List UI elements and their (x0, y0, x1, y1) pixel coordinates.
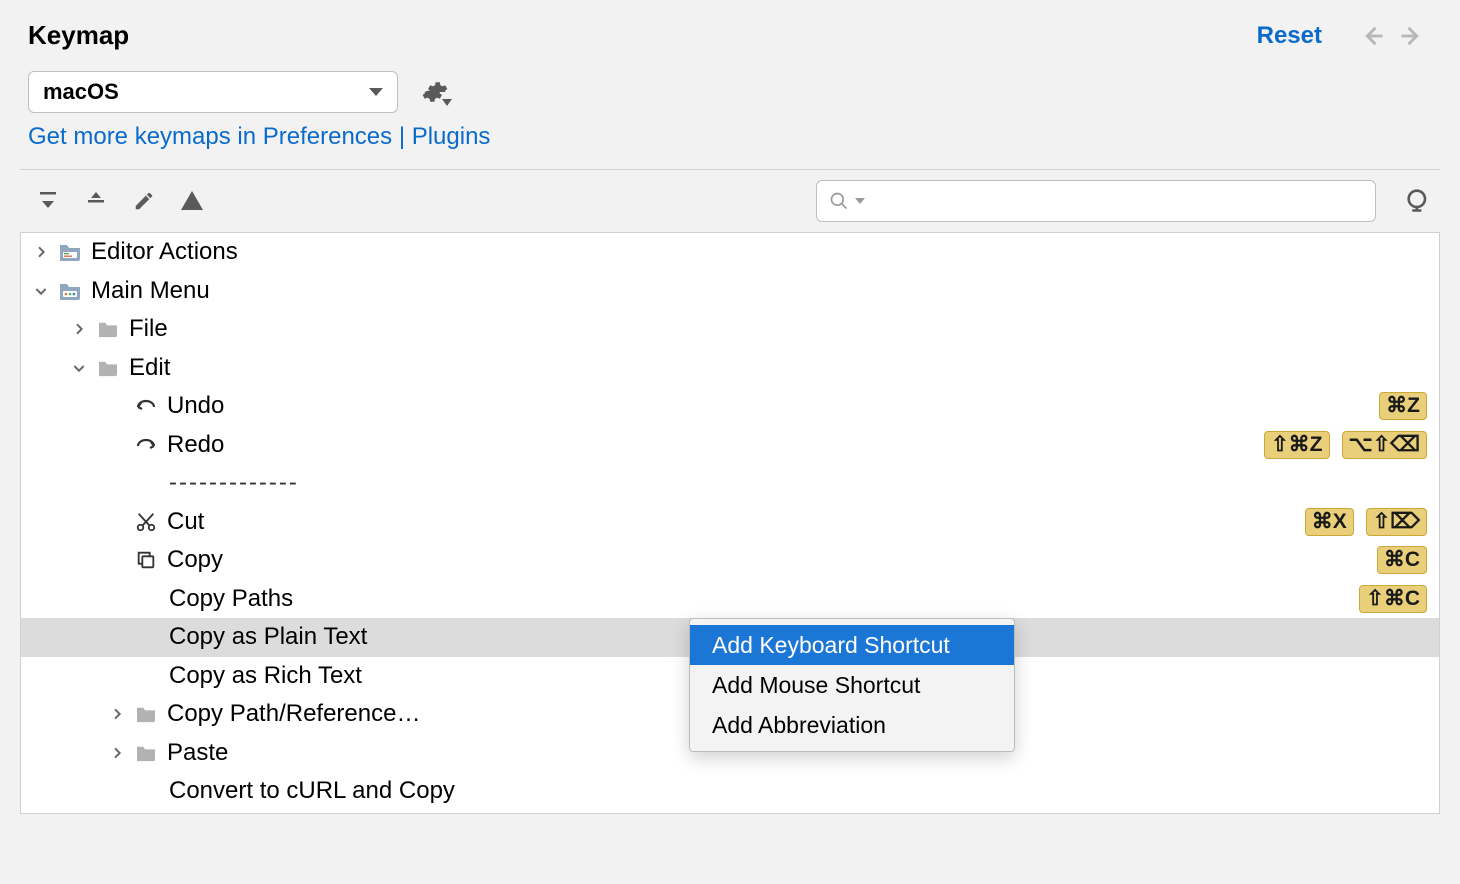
find-action-by-shortcut-icon[interactable] (1404, 186, 1432, 217)
tree-row-cut[interactable]: Cut ⌘X ⇧⌦ (21, 503, 1439, 542)
tree-label: Convert to cURL and Copy (169, 777, 1427, 805)
shortcut-badge: ⌘X (1305, 508, 1354, 536)
search-dropdown-icon[interactable] (855, 196, 865, 206)
search-field[interactable] (871, 190, 1363, 213)
folder-icon (131, 744, 161, 762)
back-arrow-icon[interactable] (1358, 22, 1386, 50)
copy-icon (131, 549, 161, 571)
expand-all-icon[interactable] (28, 181, 68, 221)
warning-icon[interactable] (172, 181, 212, 221)
tree-row-main-menu[interactable]: Main Menu (21, 272, 1439, 311)
search-input[interactable] (816, 180, 1376, 222)
menu-item-add-keyboard-shortcut[interactable]: Add Keyboard Shortcut (690, 625, 1014, 665)
tree-label: Main Menu (91, 277, 1427, 305)
chevron-right-icon[interactable] (65, 321, 93, 337)
tree-label: Edit (129, 354, 1427, 382)
tree-label: Copy Paths (169, 585, 1359, 613)
chevron-right-icon[interactable] (103, 706, 131, 722)
chevron-right-icon[interactable] (103, 745, 131, 761)
shortcut-badge: ⇧⌘Z (1264, 431, 1329, 459)
tree-row-edit[interactable]: Edit (21, 349, 1439, 388)
menu-item-add-mouse-shortcut[interactable]: Add Mouse Shortcut (690, 665, 1014, 705)
folder-icon (55, 281, 85, 301)
page-title: Keymap (28, 20, 1257, 51)
more-keymaps-link[interactable]: Get more keymaps in Preferences | Plugin… (0, 121, 1460, 169)
tree-row-redo[interactable]: Redo ⇧⌘Z ⌥⇧⌫ (21, 426, 1439, 465)
shortcut-badge: ⌥⇧⌫ (1342, 431, 1428, 459)
actions-tree[interactable]: Editor Actions Main Menu File Edit (20, 232, 1440, 814)
undo-icon (131, 397, 161, 415)
edit-icon[interactable] (124, 181, 164, 221)
keymap-select[interactable]: macOS (28, 71, 398, 113)
tree-label: ------------- (169, 469, 1427, 497)
tree-row-copy[interactable]: Copy ⌘C (21, 541, 1439, 580)
redo-icon (131, 436, 161, 454)
gear-icon[interactable] (422, 79, 448, 105)
forward-arrow-icon[interactable] (1398, 22, 1426, 50)
tree-row-undo[interactable]: Undo ⌘Z (21, 387, 1439, 426)
tree-row-copy-paths[interactable]: Copy Paths ⇧⌘C (21, 580, 1439, 619)
menu-item-add-abbreviation[interactable]: Add Abbreviation (690, 705, 1014, 745)
tree-row-convert-curl[interactable]: Convert to cURL and Copy (21, 772, 1439, 811)
folder-icon (131, 705, 161, 723)
chevron-down-icon (369, 88, 383, 96)
chevron-right-icon[interactable] (27, 244, 55, 260)
tree-label: Undo (167, 392, 1379, 420)
tree-label: Editor Actions (91, 238, 1427, 266)
chevron-down-icon[interactable] (65, 360, 93, 376)
context-menu: Add Keyboard Shortcut Add Mouse Shortcut… (689, 618, 1015, 752)
reset-link[interactable]: Reset (1257, 22, 1322, 50)
folder-icon (55, 242, 85, 262)
shortcut-badge: ⌘Z (1379, 392, 1427, 420)
search-icon (829, 191, 849, 211)
tree-label: Redo (167, 431, 1264, 459)
folder-icon (93, 359, 123, 377)
chevron-down-icon[interactable] (27, 283, 55, 299)
cut-icon (131, 511, 161, 533)
collapse-all-icon[interactable] (76, 181, 116, 221)
tree-label: File (129, 315, 1427, 343)
tree-label: Copy (167, 546, 1377, 574)
shortcut-badge: ⌘C (1377, 546, 1427, 574)
tree-label: Cut (167, 508, 1305, 536)
shortcut-badge: ⇧⌘C (1359, 585, 1427, 613)
tree-row-separator: ------------- (21, 464, 1439, 503)
keymap-select-value: macOS (43, 79, 119, 105)
folder-icon (93, 320, 123, 338)
shortcut-badge: ⇧⌦ (1366, 508, 1427, 536)
tree-row-file[interactable]: File (21, 310, 1439, 349)
tree-row-editor-actions[interactable]: Editor Actions (21, 233, 1439, 272)
